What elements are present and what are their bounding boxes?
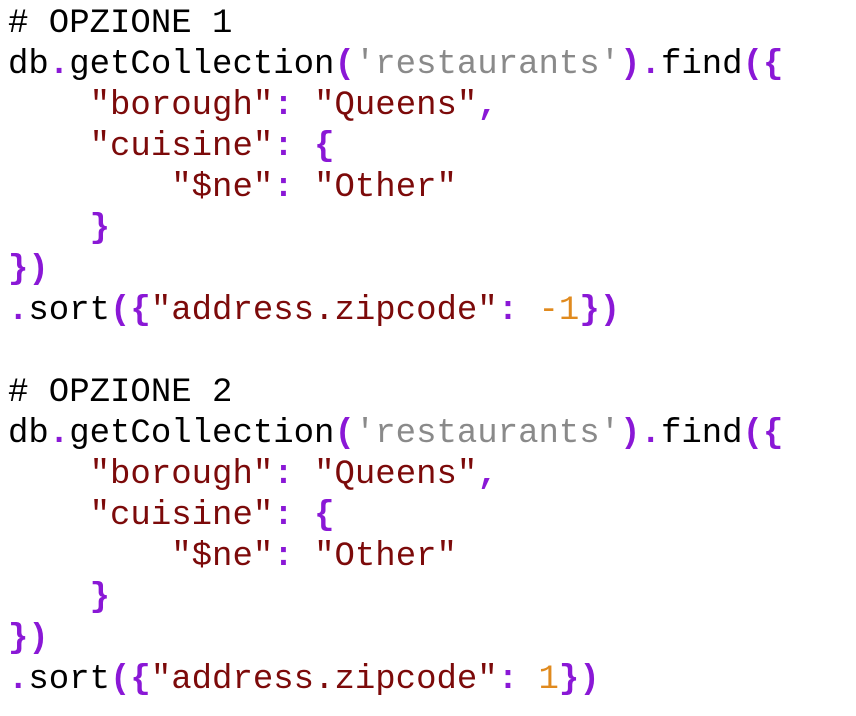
option-1-find-line: db.getCollection('restaurants').find({	[8, 46, 784, 84]
option-1-close-find: })	[8, 251, 49, 289]
option-2-borough-line: "borough": "Queens",	[89, 456, 498, 494]
option-1-close-inner: }	[89, 210, 111, 248]
option-2-cuisine-line: "cuisine": {	[89, 497, 335, 535]
option-2-heading: # OPZIONE 2	[8, 374, 233, 412]
option-2-find-line: db.getCollection('restaurants').find({	[8, 415, 784, 453]
option-2-close-inner: }	[89, 579, 111, 617]
option-1-ne-line: "$ne": "Other"	[171, 169, 457, 207]
option-2-close-find: })	[8, 620, 49, 658]
option-1-heading: # OPZIONE 1	[8, 5, 233, 43]
code-snippet: # OPZIONE 1 db.getCollection('restaurants…	[8, 4, 783, 701]
option-2-ne-line: "$ne": "Other"	[171, 538, 457, 576]
option-1-sort-line: .sort({"address.zipcode": -1})	[8, 292, 621, 330]
option-1-borough-line: "borough": "Queens",	[89, 87, 498, 125]
collection-name: 'restaurants'	[354, 46, 621, 84]
collection-name: 'restaurants'	[354, 415, 621, 453]
option-1-cuisine-line: "cuisine": {	[89, 128, 335, 166]
option-2-sort-line: .sort({"address.zipcode": 1})	[8, 661, 600, 699]
